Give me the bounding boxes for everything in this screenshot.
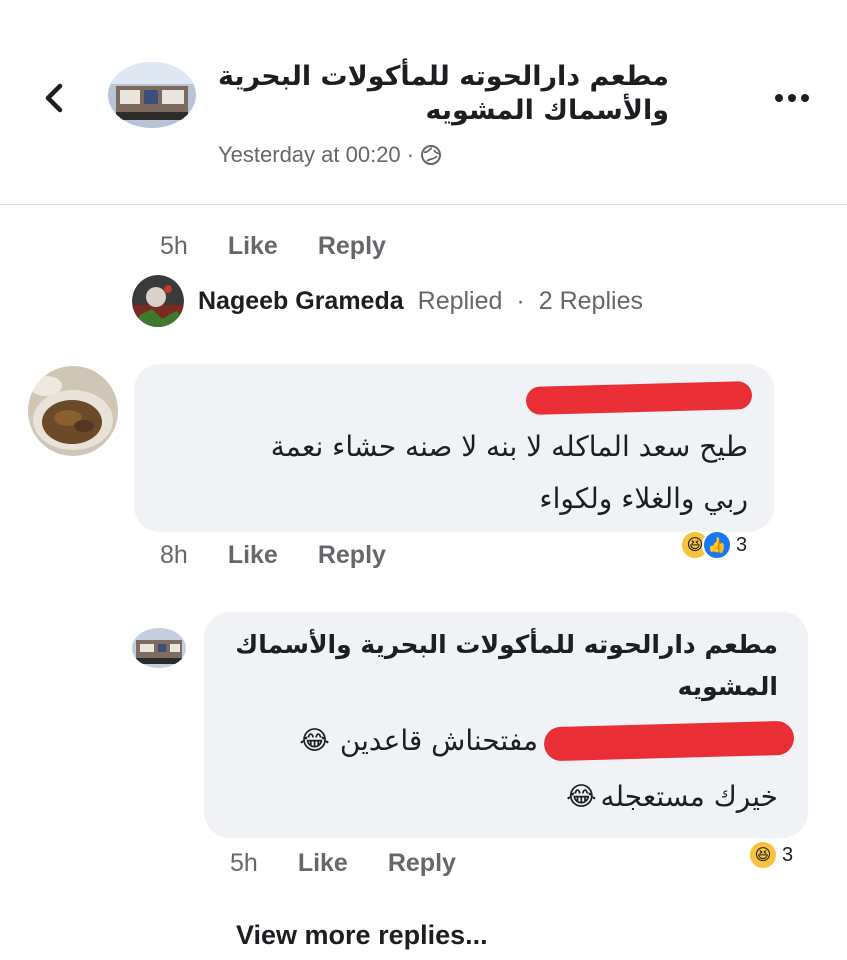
comment-text: طيح سعد الماكله لا بنه لا صنه حشاء نعمة xyxy=(270,430,748,463)
like-button[interactable]: Like xyxy=(228,232,278,261)
avatar[interactable] xyxy=(132,275,184,327)
avatar[interactable] xyxy=(28,366,118,456)
more-dot xyxy=(788,94,796,102)
reply-author[interactable]: مطعم دارالحوته للمأكولات البحرية والأسما… xyxy=(218,630,778,659)
laughing-emoji-icon: 😂 xyxy=(566,781,597,812)
reply-text: مفتحناش قاعدين 😂 xyxy=(238,724,538,757)
more-options-button[interactable] xyxy=(770,88,814,108)
more-dots-icon xyxy=(775,94,783,102)
comment-time: 8h xyxy=(160,541,188,569)
post-header: مطعم دارالحوته للمأكولات البحرية والأسما… xyxy=(0,0,847,205)
reaction-count: 3 xyxy=(782,843,794,866)
reply-text: خيرك مستعجله 😂 xyxy=(218,780,778,813)
chevron-left-icon xyxy=(45,83,63,113)
comment-text: ربي والغلاء ولكواء xyxy=(539,482,748,515)
reply-author[interactable]: المشويه xyxy=(218,672,778,701)
reply-button[interactable]: Reply xyxy=(388,849,456,878)
comment-actions: 8h Like Reply xyxy=(160,541,386,570)
view-more-replies-link[interactable]: View more replies... xyxy=(236,920,488,951)
like-button[interactable]: Like xyxy=(298,849,348,878)
reply-actions: 5h Like Reply xyxy=(230,849,456,878)
reply-button[interactable]: Reply xyxy=(318,232,386,261)
comment-time: 5h xyxy=(230,849,258,877)
comment-time: 5h xyxy=(160,232,188,260)
replied-label: Replied xyxy=(417,286,503,315)
timestamp-text: Yesterday at 00:20 · xyxy=(218,142,415,167)
reaction-summary[interactable]: 😆 3 xyxy=(748,840,793,870)
separator-dot: · xyxy=(516,286,525,315)
redaction-mark xyxy=(525,381,753,415)
comment-bubble[interactable]: طيح سعد الماكله لا بنه لا صنه حشاء نعمة … xyxy=(134,364,774,532)
reply-bubble[interactable]: مطعم دارالحوته للمأكولات البحرية والأسما… xyxy=(204,612,808,838)
top-comment-actions: 5h Like Reply xyxy=(160,232,386,261)
more-dot xyxy=(801,94,809,102)
replies-count[interactable]: 2 Replies xyxy=(539,287,643,316)
reaction-summary[interactable]: 😆 👍 3 xyxy=(680,530,747,560)
redaction-mark xyxy=(543,720,795,762)
reply-text-line: مفتحناش قاعدين xyxy=(339,724,538,757)
page-avatar[interactable] xyxy=(108,62,196,128)
like-button[interactable]: Like xyxy=(228,541,278,570)
globe-icon xyxy=(421,145,442,165)
reply-button[interactable]: Reply xyxy=(318,541,386,570)
replier-name[interactable]: Nageeb Grameda xyxy=(198,287,404,316)
reaction-count: 3 xyxy=(736,533,748,556)
laughing-emoji-icon: 😂 xyxy=(299,725,330,756)
page-name[interactable]: مطعم دارالحوته للمأكولات البحرية والأسما… xyxy=(209,60,669,128)
replied-summary[interactable]: Nageeb Grameda Replied · 2 Replies xyxy=(132,275,643,327)
like-reaction-icon: 👍 xyxy=(702,530,732,560)
post-timestamp: Yesterday at 00:20 · xyxy=(218,142,442,168)
reply-text-line: خيرك مستعجله xyxy=(600,780,778,813)
avatar[interactable] xyxy=(132,628,186,668)
haha-reaction-icon: 😆 xyxy=(748,840,778,870)
back-button[interactable] xyxy=(34,78,74,118)
